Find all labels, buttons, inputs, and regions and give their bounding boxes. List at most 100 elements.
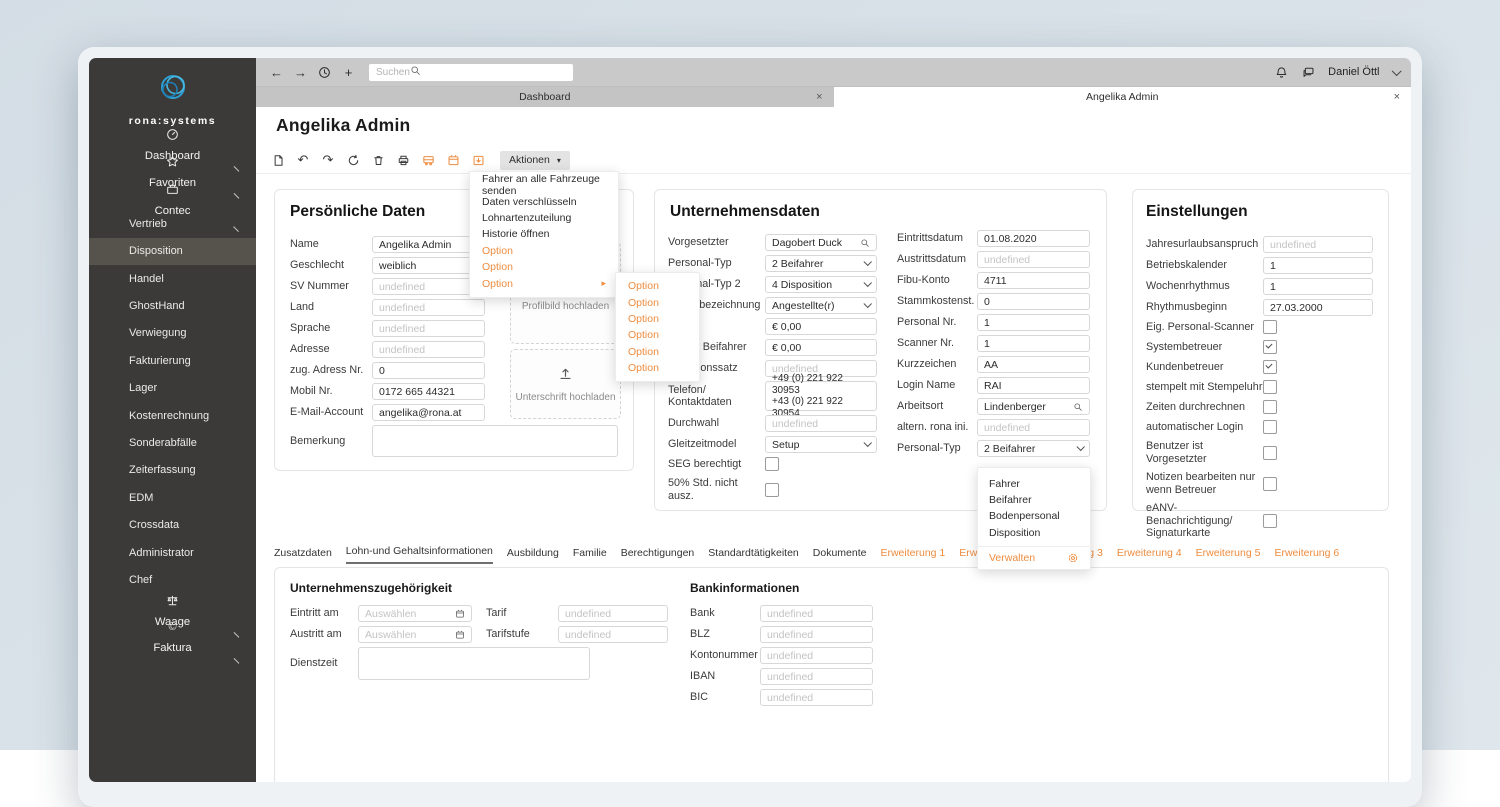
input-login-name[interactable]: RAI (977, 377, 1090, 394)
menu-item-option-6[interactable]: Option▸ (470, 275, 618, 291)
tab-angelika-admin[interactable]: Angelika Admin × (834, 87, 1412, 107)
input-adresse[interactable]: undefined (372, 341, 485, 358)
textarea-dienstzeit[interactable] (358, 647, 590, 680)
input-telefon-kontaktdaten[interactable]: +49 (0) 221 922 30953+43 (0) 221 922 309… (765, 381, 877, 411)
input-eintritt-am[interactable]: Auswählen (358, 605, 472, 622)
sidebar-item-edm[interactable]: EDM (89, 484, 256, 511)
detail-tab-familie[interactable]: Familie (573, 547, 607, 564)
sidebar-item-favoriten[interactable]: Favoriten (89, 155, 256, 182)
detail-tab-dokumente[interactable]: Dokumente (813, 547, 867, 564)
sidebar-item-disposition[interactable]: Disposition (89, 238, 256, 265)
dropdown-option-fahrer[interactable]: Fahrer (978, 476, 1090, 492)
input-e-mail-account[interactable]: angelika@rona.at (372, 404, 485, 421)
tab-dashboard[interactable]: Dashboard × (256, 87, 834, 107)
input-betriebskalender[interactable]: 1 (1263, 257, 1373, 274)
input-kontonummer[interactable]: undefined (760, 647, 873, 664)
submenu-item-1[interactable]: Option (616, 294, 699, 310)
input-zug-adress-nr[interactable]: 0 (372, 362, 485, 379)
search-input[interactable]: Suchen (369, 64, 573, 81)
input-bank[interactable]: undefined (760, 605, 873, 622)
checkbox-notizen-bearbeiten-nur-wenn-betreuer[interactable] (1263, 477, 1277, 491)
input-durchwahl[interactable]: undefined (765, 415, 877, 432)
detail-tab-ausbildung[interactable]: Ausbildung (507, 547, 559, 564)
sidebar-item-contec[interactable]: Contec (89, 183, 256, 210)
input-land[interactable]: undefined (372, 299, 485, 316)
forward-icon[interactable]: → (293, 65, 308, 80)
menu-item-fahrer-an-alle-fahrzeuge-senden-0[interactable]: Fahrer an alle Fahrzeuge senden (470, 177, 618, 193)
input-austrittsdatum[interactable]: undefined (977, 251, 1090, 268)
checkbox-eanv-benachrichtigung-signaturkarte[interactable] (1263, 514, 1277, 528)
detail-tab-lohn-und-gehaltsinformationen[interactable]: Lohn-und Gehaltsinformationen (346, 545, 493, 564)
submenu-item-4[interactable]: Option (616, 344, 699, 360)
detail-tab-berechtigungen[interactable]: Berechtigungen (621, 547, 695, 564)
close-tab-icon[interactable]: × (1394, 92, 1400, 103)
import-icon[interactable] (470, 152, 486, 168)
checkbox-stempelt-mit-stempeluhr[interactable] (1263, 380, 1277, 394)
input-bic[interactable]: undefined (760, 689, 873, 706)
history-clock-icon[interactable] (317, 65, 332, 80)
detail-tab-erweiterung-6[interactable]: Erweiterung 6 (1274, 547, 1339, 564)
input-altern-rona-ini[interactable]: undefined (977, 419, 1090, 436)
checkbox-benutzer-ist-vorgesetzter[interactable] (1263, 446, 1277, 460)
checkbox-50-std-nicht-ausz[interactable] (765, 483, 779, 497)
input-austritt-am[interactable]: Auswählen (358, 626, 472, 643)
new-tab-icon[interactable]: + (341, 65, 356, 80)
input-scanner-nr[interactable]: 1 (977, 335, 1090, 352)
input-personal-typ[interactable]: 2 Beifahrer (765, 255, 877, 272)
calendar-icon[interactable] (445, 152, 461, 168)
undo-icon[interactable]: ↶ (295, 152, 311, 168)
sidebar-item-administrator[interactable]: Administrator (89, 539, 256, 566)
input-personal-typ-2[interactable]: 4 Disposition (765, 276, 877, 293)
input-rhythmusbeginn[interactable]: 27.03.2000 (1263, 299, 1373, 316)
input-vorgesetzter[interactable]: Dagobert Duck (765, 234, 877, 251)
input-eintrittsdatum[interactable]: 01.08.2020 (977, 230, 1090, 247)
redo-icon[interactable]: ↷ (320, 152, 336, 168)
dropdown-option-beifahrer[interactable]: Beifahrer (978, 492, 1090, 508)
menu-item-option-4[interactable]: Option (470, 243, 618, 259)
sidebar-item-kostenrechnung[interactable]: Kostenrechnung (89, 402, 256, 429)
input-wochenrhythmus[interactable]: 1 (1263, 278, 1373, 295)
checkbox-kundenbetreuer[interactable] (1263, 360, 1277, 374)
input-sprache[interactable]: undefined (372, 320, 485, 337)
input-iban[interactable]: undefined (760, 668, 873, 685)
sidebar-item-zeiterfassung[interactable]: Zeiterfassung (89, 457, 256, 484)
print-icon[interactable] (395, 152, 411, 168)
sidebar-item-chef[interactable]: Chef (89, 566, 256, 593)
input-tarifstufe[interactable]: undefined (558, 626, 668, 643)
actions-button[interactable]: Aktionen ▾ (500, 151, 570, 170)
submenu-item-2[interactable]: Option (616, 311, 699, 327)
menu-item-lohnartenzuteilung-2[interactable]: Lohnartenzuteilung (470, 210, 618, 226)
input-personal-nr[interactable]: 1 (977, 314, 1090, 331)
checkbox-systembetreuer[interactable] (1263, 340, 1277, 354)
detail-tab-erweiterung-1[interactable]: Erweiterung 1 (880, 547, 945, 564)
notifications-bell-icon[interactable] (1274, 65, 1289, 80)
checkbox-zeiten-durchrechnen[interactable] (1263, 400, 1277, 414)
sidebar-item-fakturierung[interactable]: Fakturierung (89, 347, 256, 374)
refresh-icon[interactable] (345, 152, 361, 168)
new-document-icon[interactable] (270, 152, 286, 168)
sidebar-item-handel[interactable]: Handel (89, 265, 256, 292)
user-menu-chevron-icon[interactable] (1392, 66, 1401, 75)
input-blz[interactable]: undefined (760, 626, 873, 643)
input-berufsbezeichnung[interactable]: Angestellte(r) (765, 297, 877, 314)
sidebar-item-dashboard[interactable]: Dashboard (89, 128, 256, 155)
menu-item-historie-ffnen-3[interactable]: Historie öffnen (470, 226, 618, 242)
input-jahresurlaubsanspruch[interactable]: undefined (1263, 236, 1373, 253)
checkbox-seg-berechtigt[interactable] (765, 457, 779, 471)
input-h[interactable]: € 0,00 (765, 318, 877, 335)
dropdown-manage-button[interactable]: Verwalten (978, 547, 1090, 569)
detail-tab-erweiterung-5[interactable]: Erweiterung 5 (1196, 547, 1261, 564)
input-tarif[interactable]: undefined (558, 605, 668, 622)
sidebar-item-lager[interactable]: Lager (89, 375, 256, 402)
sidebar-item-crossdata[interactable]: Crossdata (89, 511, 256, 538)
input-h-als-beifahrer[interactable]: € 0,00 (765, 339, 877, 356)
submenu-item-0[interactable]: Option (616, 278, 699, 294)
detail-tab-standardt-tigkeiten[interactable]: Standardtätigkeiten (708, 547, 798, 564)
input-personal-typ[interactable]: 2 Beifahrer (977, 440, 1090, 457)
close-tab-icon[interactable]: × (816, 92, 822, 103)
sidebar-item-waage[interactable]: Waage (89, 594, 256, 621)
checkbox-automatischer-login[interactable] (1263, 420, 1277, 434)
sidebar-item-sonderabf-lle[interactable]: Sonderabfälle (89, 429, 256, 456)
sidebar-item-verwiegung[interactable]: Verwiegung (89, 320, 256, 347)
dropdown-option-bodenpersonal[interactable]: Bodenpersonal (978, 508, 1090, 524)
